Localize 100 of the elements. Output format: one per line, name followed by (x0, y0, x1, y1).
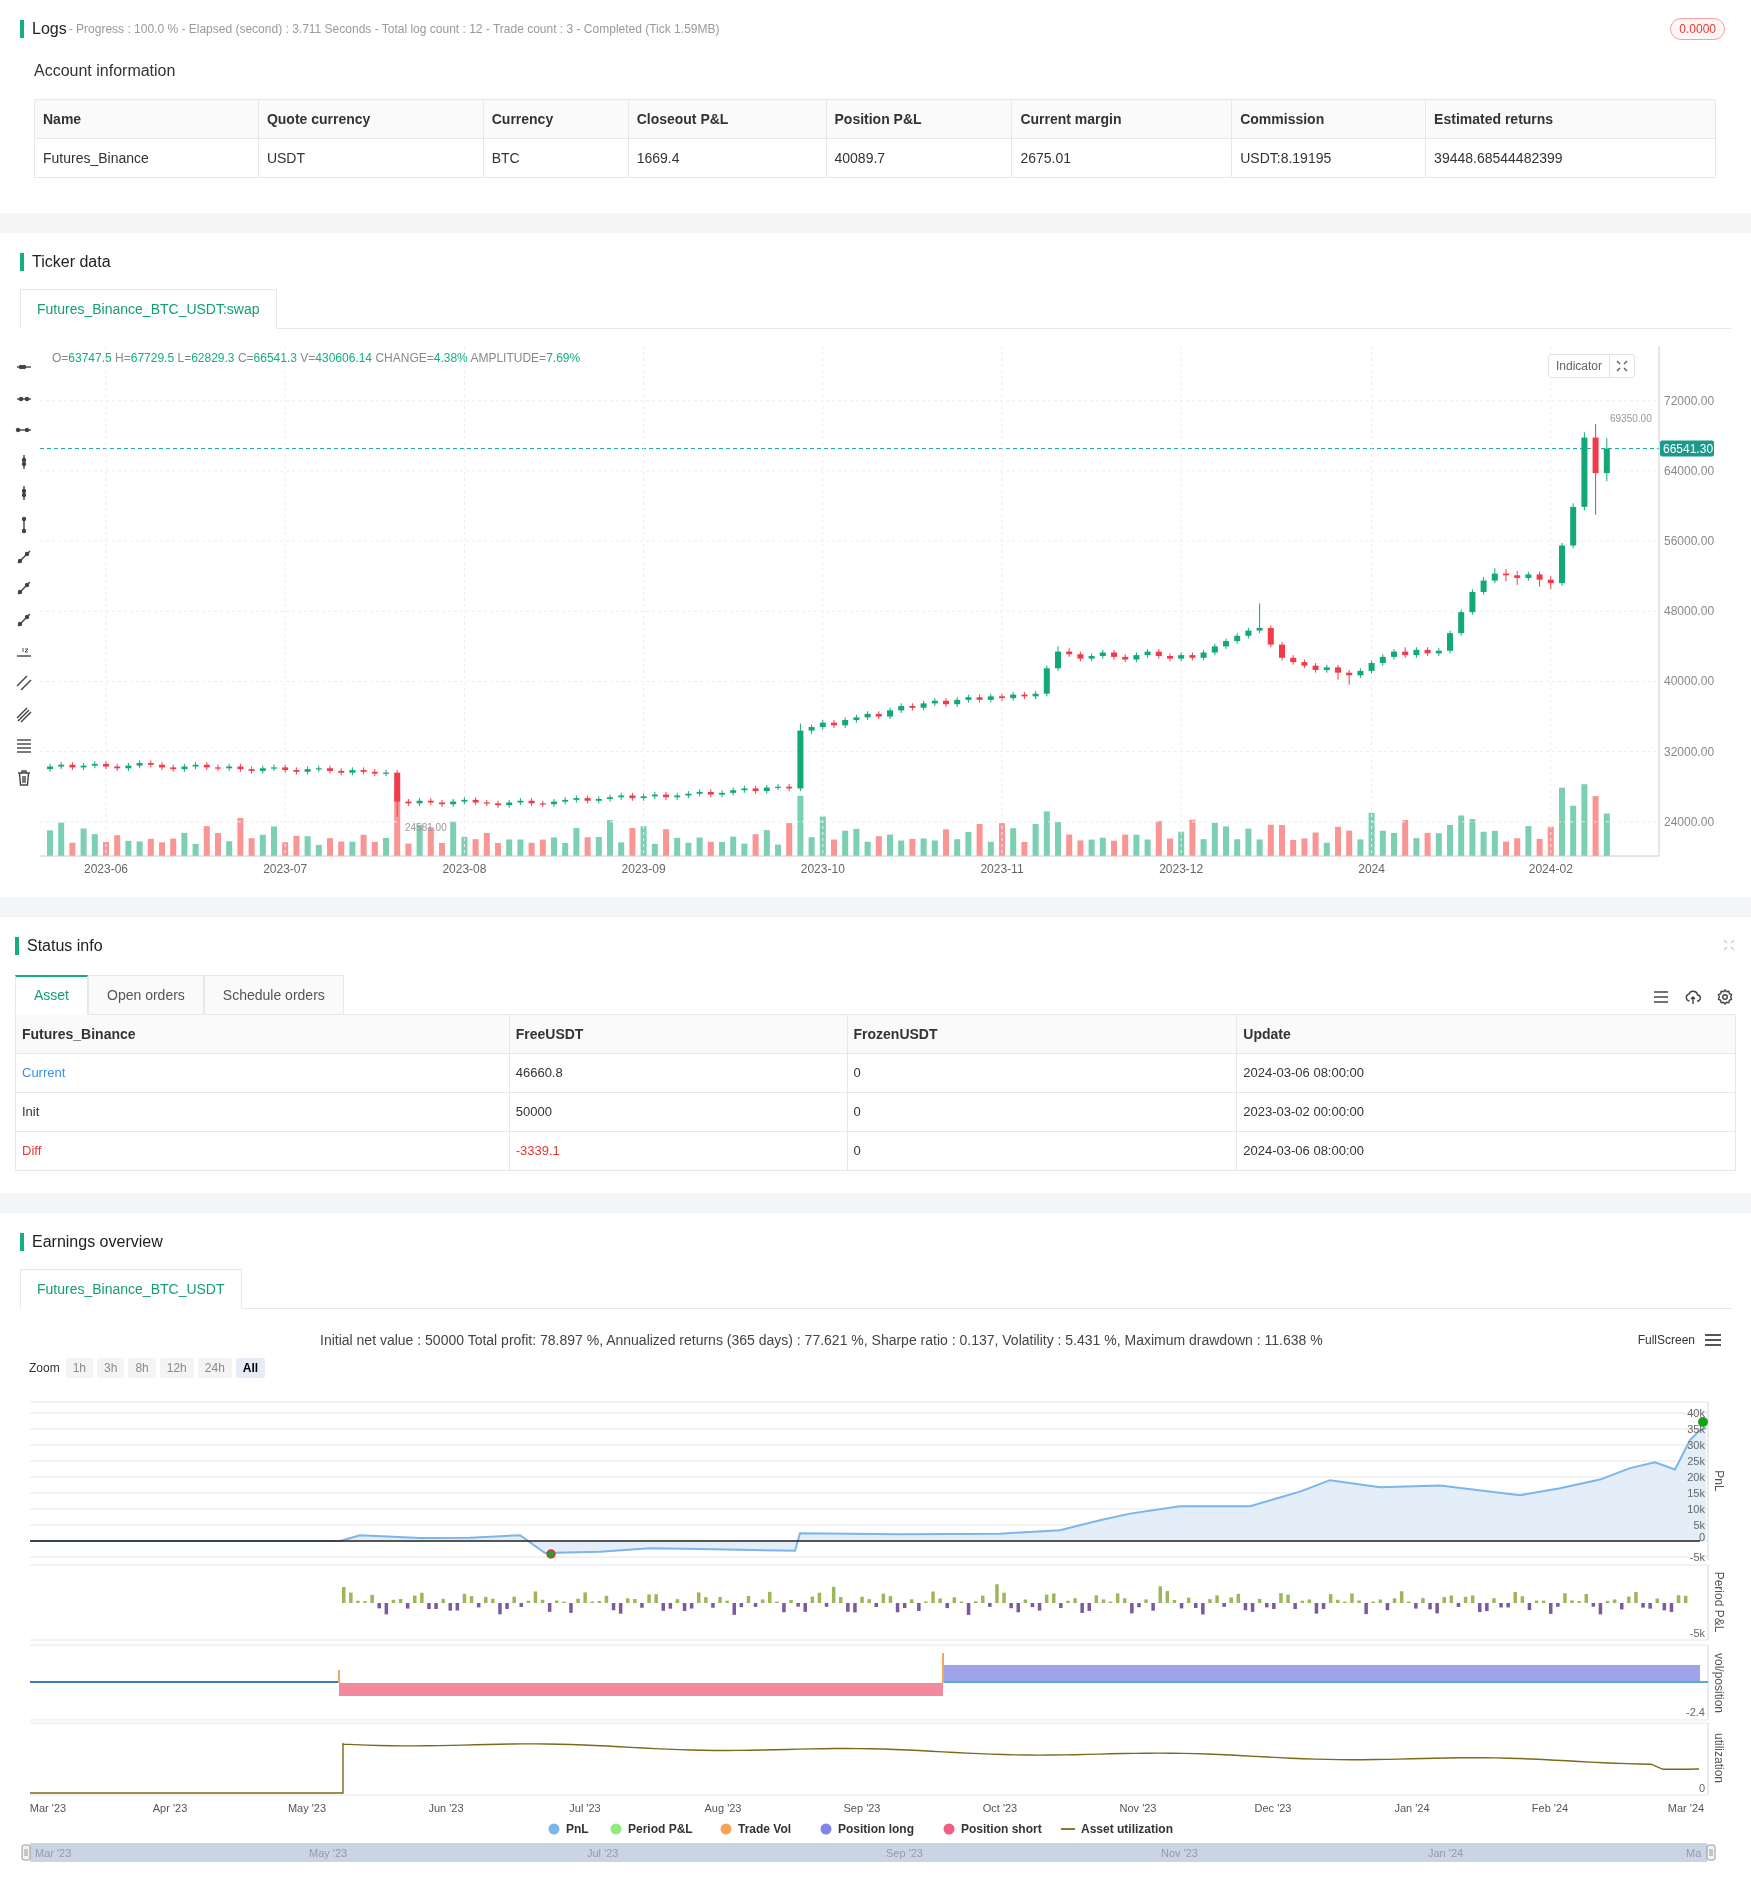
zoom-label: Zoom (29, 1360, 60, 1377)
axis-label: 32000.00 (1664, 744, 1715, 759)
zoom-button[interactable]: All (235, 1358, 266, 1378)
axis-label: 2023-07 (263, 862, 308, 876)
column-header: Currency (483, 99, 629, 139)
axis-label: Nov '23 (1161, 1847, 1198, 1859)
ohlc-readout: O=63747.5 H=67729.5 L=62829.3 C=66541.3 V=430606.14 CHANGE=4.38% AMPLITUDE=7.69% (52, 351, 581, 365)
table-cell: -3339.1 (509, 1131, 847, 1171)
table-cell: USDT (258, 138, 484, 178)
axis-title: PnL (1712, 1470, 1726, 1492)
list-icon[interactable] (1653, 989, 1669, 1005)
candlestick (1279, 641, 1285, 661)
candlestick (1167, 652, 1173, 662)
axis-label: 24000.00 (1664, 814, 1715, 829)
row-label: Diff (15, 1131, 510, 1171)
column-header: Commission (1231, 99, 1426, 139)
axis-label: Apr '23 (152, 1802, 188, 1814)
legend-label[interactable]: Period P&L (628, 1822, 693, 1836)
axis-label: 40000.00 (1664, 674, 1715, 689)
axis-label: 2023-08 (442, 862, 487, 876)
axis-label: 35k (1687, 1423, 1705, 1435)
axis-label: Sep '23 (843, 1802, 881, 1814)
axis-label: Mar '23 (29, 1802, 67, 1814)
axis-label: Mar '23 (35, 1847, 72, 1859)
axis-title: utilization (1712, 1733, 1726, 1783)
axis-label: 2023-06 (84, 862, 128, 876)
table-cell: Futures_Binance (34, 138, 259, 178)
table-cell: USDT:8.19195 (1231, 138, 1426, 178)
axis-label: 0 (1698, 1782, 1705, 1794)
navigator-handle[interactable] (21, 1844, 31, 1861)
column-header: Quote currency (258, 99, 484, 139)
candlestick (1391, 648, 1397, 661)
horizontal-lines-icon[interactable] (15, 737, 33, 756)
table-cell: 40089.7 (826, 138, 1012, 178)
table-cell: 0 (847, 1053, 1237, 1093)
section-title: Earnings overview (32, 1232, 163, 1252)
section-title: Status info (27, 936, 103, 956)
trade-marker (546, 1549, 556, 1559)
axis-label: 20k (1687, 1471, 1705, 1483)
axis-label: May '23 (309, 1847, 348, 1859)
settings-icon[interactable] (1717, 989, 1733, 1005)
axis-label: Sep '23 (886, 1847, 923, 1859)
axis-label: 5k (1693, 1519, 1705, 1531)
price-marker-label: 69350.00 (1610, 413, 1652, 424)
menu-icon[interactable] (1705, 1333, 1721, 1347)
row-label: Init (15, 1092, 510, 1132)
cloud-upload-icon[interactable] (1685, 989, 1701, 1005)
axis-label: Mar '24 (1667, 1802, 1705, 1814)
column-header: Update (1236, 1014, 1736, 1054)
candlestick (607, 794, 613, 803)
axis-label: 25k (1687, 1455, 1705, 1467)
column-header: Estimated returns (1425, 99, 1716, 139)
axis-label: -5k (1689, 1627, 1705, 1639)
candlestick (327, 765, 333, 775)
trash-icon[interactable] (15, 768, 33, 787)
table-cell: 0 (847, 1131, 1237, 1171)
axis-label: 15k (1687, 1487, 1705, 1499)
status-badge: 0.0000 (1670, 18, 1725, 40)
legend-label[interactable]: Position short (961, 1822, 1042, 1836)
fullscreen-icon[interactable] (1616, 360, 1629, 372)
last-price-tag: 66541.30 (1660, 440, 1714, 457)
column-header: FrozenUSDT (847, 1014, 1237, 1054)
status-tab[interactable]: Open orders (88, 975, 204, 1015)
legend-label[interactable]: Asset utilization (1081, 1822, 1173, 1836)
axis-label: Nov '23 (1119, 1802, 1157, 1814)
legend-label[interactable]: Trade Vol (738, 1822, 792, 1836)
legend-label[interactable]: Position long (838, 1822, 914, 1836)
candlestick (1223, 637, 1229, 650)
table-cell: 2024-03-06 08:00:00 (1236, 1131, 1736, 1171)
parallel-lines-icon[interactable] (15, 673, 33, 692)
legend-label[interactable]: PnL (566, 1822, 589, 1836)
axis-label: Aug '23 (704, 1802, 742, 1814)
axis-label: 2023-11 (980, 862, 1024, 876)
candlestick (1111, 649, 1117, 661)
axis-label: 0 (1698, 1531, 1705, 1543)
candlestick (1458, 609, 1465, 637)
navigator-handle[interactable] (1706, 1844, 1716, 1861)
axis-label: Oct '23 (982, 1802, 1018, 1814)
axis-label: Jul '23 (569, 1802, 601, 1814)
table-cell: BTC (483, 138, 629, 178)
fullscreen-button[interactable]: FullScreen (1637, 1331, 1695, 1349)
section-title: Ticker data (32, 252, 111, 272)
axis-label: Dec '23 (1254, 1802, 1292, 1814)
axis-label: Ma (1686, 1847, 1702, 1859)
performance-summary: Initial net value : 50000 Total profit: 78.897 %, Annualized returns (365 days) : 77.621 %, Sharpe ratio : 0.137, Volatility : 5.431 %, Maximum drawdown : 11.638 % (320, 1330, 1323, 1350)
candlestick (1267, 624, 1274, 648)
candlestick (1055, 645, 1061, 672)
candlestick (103, 760, 109, 770)
candlestick (215, 764, 221, 772)
axis-label: 2023-10 (800, 862, 845, 876)
axis-label: Jan '24 (1394, 1802, 1430, 1814)
table-cell: 50000 (509, 1092, 847, 1132)
column-header: Futures_Binance (15, 1014, 510, 1054)
candlestick (999, 693, 1005, 702)
axis-label: -2.4 (1686, 1706, 1705, 1718)
parallel-lines-icon[interactable] (15, 705, 33, 724)
table-cell: 2023-03-02 00:00:00 (1236, 1092, 1736, 1132)
status-tab[interactable]: Schedule orders (203, 975, 344, 1015)
axis-title: vol/position (1712, 1653, 1726, 1713)
axis-title: Period P&L (1712, 1571, 1726, 1633)
